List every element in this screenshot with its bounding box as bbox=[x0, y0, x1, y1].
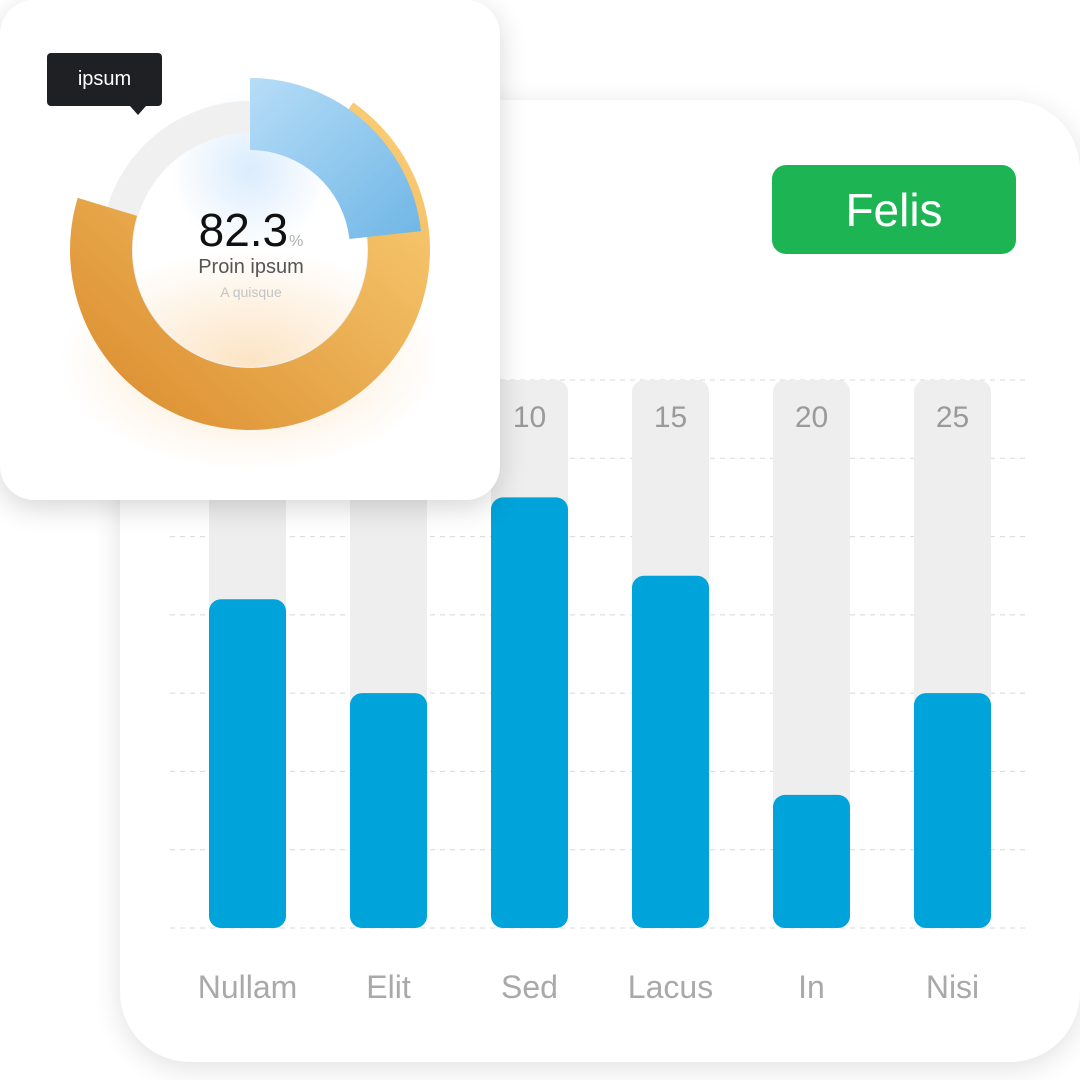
bar bbox=[773, 794, 850, 928]
x-tick-label: Elit bbox=[366, 969, 411, 1005]
bar bbox=[491, 497, 568, 928]
stage: m Felis NullamElitSed10Lacus15In20Nisi25 bbox=[0, 0, 1080, 1080]
tooltip: ipsum bbox=[47, 53, 162, 106]
bar bbox=[914, 693, 991, 928]
x-tick-label: Nisi bbox=[926, 969, 979, 1005]
donut-card: 82.3% Proin ipsum A quisque ipsum bbox=[0, 0, 500, 500]
bar bbox=[209, 599, 286, 928]
x-tick-label: In bbox=[798, 969, 825, 1005]
donut-value: 82.3 bbox=[198, 204, 289, 256]
x-tick-label: Nullam bbox=[198, 969, 298, 1005]
donut-unit: % bbox=[289, 233, 304, 250]
bar-top-label: 20 bbox=[795, 401, 828, 434]
donut-center-value: 82.3% bbox=[0, 203, 500, 257]
caret-down-icon bbox=[130, 106, 146, 115]
x-tick-label: Lacus bbox=[628, 969, 713, 1005]
donut-center-label: Proin ipsum bbox=[198, 256, 304, 278]
bar-top-label: 15 bbox=[654, 401, 687, 434]
bar bbox=[350, 693, 427, 928]
bar-top-label: 25 bbox=[936, 401, 969, 434]
bar-top-label: 10 bbox=[513, 401, 546, 434]
bar bbox=[632, 575, 709, 928]
donut-center-sublabel: A quisque bbox=[220, 284, 282, 300]
x-tick-label: Sed bbox=[501, 969, 558, 1005]
